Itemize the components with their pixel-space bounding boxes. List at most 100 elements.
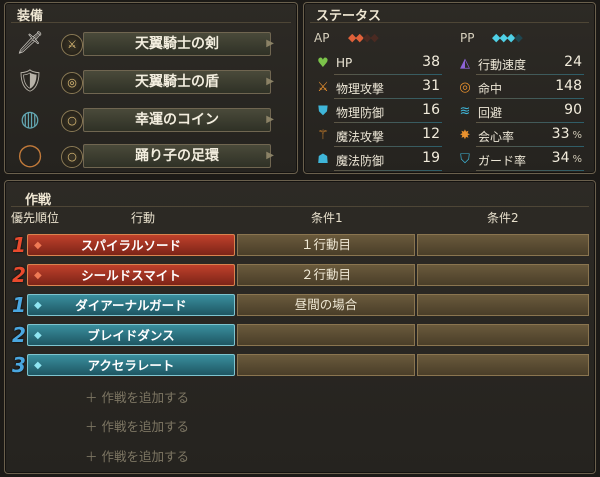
divider (334, 74, 442, 75)
stat-value: 34% (552, 150, 582, 166)
action-button[interactable]: ◆ アクセラレート (27, 354, 235, 376)
condition-2-field[interactable] (417, 324, 589, 346)
stat-value: 12 (422, 126, 440, 142)
coin-icon: ◍ (20, 107, 40, 132)
divider (11, 22, 291, 23)
equipment-slot-accessory-2[interactable]: ◯ ○ 踊り子の足環 (5, 139, 299, 175)
speed-icon: ◭ (460, 56, 470, 71)
condition-2-field[interactable] (417, 294, 589, 316)
stat-value: 31 (422, 78, 440, 94)
equipment-name: 天翼騎士の剣 (83, 32, 274, 56)
add-tactic-button[interactable]: ＋ 作戦を追加する (85, 387, 189, 406)
action-button[interactable]: ◆ スパイラルソード (27, 234, 235, 256)
divider (11, 206, 589, 207)
stat-label: 魔法防御 (336, 154, 385, 168)
ap-gem-icon: ◆ (34, 270, 42, 281)
action-label: スパイラルソード (80, 238, 181, 253)
header-priority: 優先順位 (11, 211, 60, 225)
stat-label: 回避 (478, 106, 503, 120)
stat-label: HP (336, 56, 353, 70)
equipment-name: 踊り子の足環 (83, 144, 274, 168)
guard-icon: ⛉ (460, 152, 470, 167)
stat-number: 34 (551, 150, 570, 166)
condition-1-field[interactable] (237, 324, 415, 346)
tactics-panel: 作戦 優先順位 行動 条件1 条件2 1 ◆ スパイラルソード １行動目 2 ◆… (4, 180, 596, 474)
ring-slot-icon: ○ (61, 110, 83, 132)
add-tactic-button[interactable]: ＋ 作戦を追加する (85, 416, 189, 435)
pp-gem-icon: ◆ (34, 300, 42, 311)
equipment-slot-weapon[interactable]: 🗡 ⚔ 天翼騎士の剣 (5, 27, 299, 63)
magic-shield-icon: ☗ (317, 152, 329, 167)
pp-gem-icon: ◆ (34, 360, 42, 371)
divider (476, 122, 584, 123)
ring-slot-icon: ○ (61, 146, 83, 168)
tactic-row[interactable]: 2 ◆ シールドスマイト ２行動目 (5, 263, 597, 287)
stat-guard: ⛉ ガード率 34% (456, 149, 584, 171)
divider (476, 146, 584, 147)
target-icon: ◎ (459, 80, 471, 95)
divider (334, 146, 442, 147)
action-label: アクセラレート (87, 358, 175, 373)
condition-2-field[interactable] (417, 234, 589, 256)
ap-gem-icon: ◆ (34, 240, 42, 251)
stat-value: 33% (552, 126, 582, 142)
stat-value: 90 (564, 102, 582, 118)
stat-value: 16 (422, 102, 440, 118)
stat-value: 38 (422, 54, 440, 70)
tactic-row[interactable]: 1 ◆ スパイラルソード １行動目 (5, 233, 597, 257)
stat-label: 物理防御 (336, 106, 385, 120)
stat-accuracy: ◎ 命中 148 (456, 77, 584, 99)
header-condition-1: 条件1 (311, 211, 343, 225)
divider (334, 98, 442, 99)
stat-value: 19 (422, 150, 440, 166)
pp-gem-empty-icon: ◆ (514, 31, 523, 44)
action-label: ダイアーナルガード (75, 298, 187, 313)
stat-label: 行動速度 (478, 58, 527, 72)
condition-1-field[interactable]: 昼間の場合 (237, 294, 415, 316)
tactic-row[interactable]: 3 ◆ アクセラレート (5, 353, 597, 377)
stat-magic-attack: ⚚ 魔法攻撃 12 (314, 125, 442, 147)
condition-2-field[interactable] (417, 264, 589, 286)
tactic-row[interactable]: 2 ◆ ブレイドダンス (5, 323, 597, 347)
status-panel: ステータス AP ◆◆◆◆ PP ◆◆◆◆ ♥ HP 38 ⚔ 物理攻撃 31 … (303, 2, 596, 174)
stat-label: 命中 (478, 82, 503, 96)
stat-label: 物理攻撃 (336, 82, 385, 96)
stat-hp: ♥ HP 38 (314, 53, 442, 75)
condition-1-field[interactable]: ２行動目 (237, 264, 415, 286)
divider (310, 22, 589, 23)
stat-evasion: ≋ 回避 90 (456, 101, 584, 123)
stat-physical-defense: ⛊ 物理防御 16 (314, 101, 442, 123)
ap-gem-icon: ◆◆ (348, 31, 364, 44)
stat-value: 148 (555, 78, 582, 94)
action-button[interactable]: ◆ ブレイドダンス (27, 324, 235, 346)
shield-slot-icon: ◎ (61, 72, 83, 94)
add-tactic-button[interactable]: ＋ 作戦を追加する (85, 446, 189, 465)
condition-2-field[interactable] (417, 354, 589, 376)
divider (334, 170, 442, 171)
equipment-slot-shield[interactable]: 🛡 ◎ 天翼騎士の盾 (5, 65, 299, 101)
pp-gem-icon: ◆ (34, 330, 42, 341)
divider (334, 122, 442, 123)
stat-speed: ◭ 行動速度 24 (456, 53, 584, 75)
action-button[interactable]: ◆ シールドスマイト (27, 264, 235, 286)
stat-label: 会心率 (478, 130, 515, 144)
percent-unit: % (572, 130, 582, 141)
divider (476, 170, 584, 171)
equipment-name: 天翼騎士の盾 (83, 70, 274, 94)
staff-icon: ⚚ (317, 128, 329, 143)
ap-label: AP (314, 31, 330, 45)
pp-gem-icon: ◆◆◆ (492, 31, 515, 44)
stat-magic-defense: ☗ 魔法防御 19 (314, 149, 442, 171)
pp-gems: ◆◆◆◆ (492, 31, 523, 44)
sword-icon: 🗡 (16, 31, 44, 56)
condition-1-field[interactable]: １行動目 (237, 234, 415, 256)
tactic-row[interactable]: 1 ◆ ダイアーナルガード 昼間の場合 (5, 293, 597, 317)
header-action: 行動 (131, 211, 156, 225)
divider (476, 98, 584, 99)
stat-critical: ✸ 会心率 33% (456, 125, 584, 147)
equipment-slot-accessory-1[interactable]: ◍ ○ 幸運のコイン (5, 103, 299, 139)
stat-physical-attack: ⚔ 物理攻撃 31 (314, 77, 442, 99)
action-button[interactable]: ◆ ダイアーナルガード (27, 294, 235, 316)
condition-1-field[interactable] (237, 354, 415, 376)
equipment-name: 幸運のコイン (83, 108, 274, 132)
